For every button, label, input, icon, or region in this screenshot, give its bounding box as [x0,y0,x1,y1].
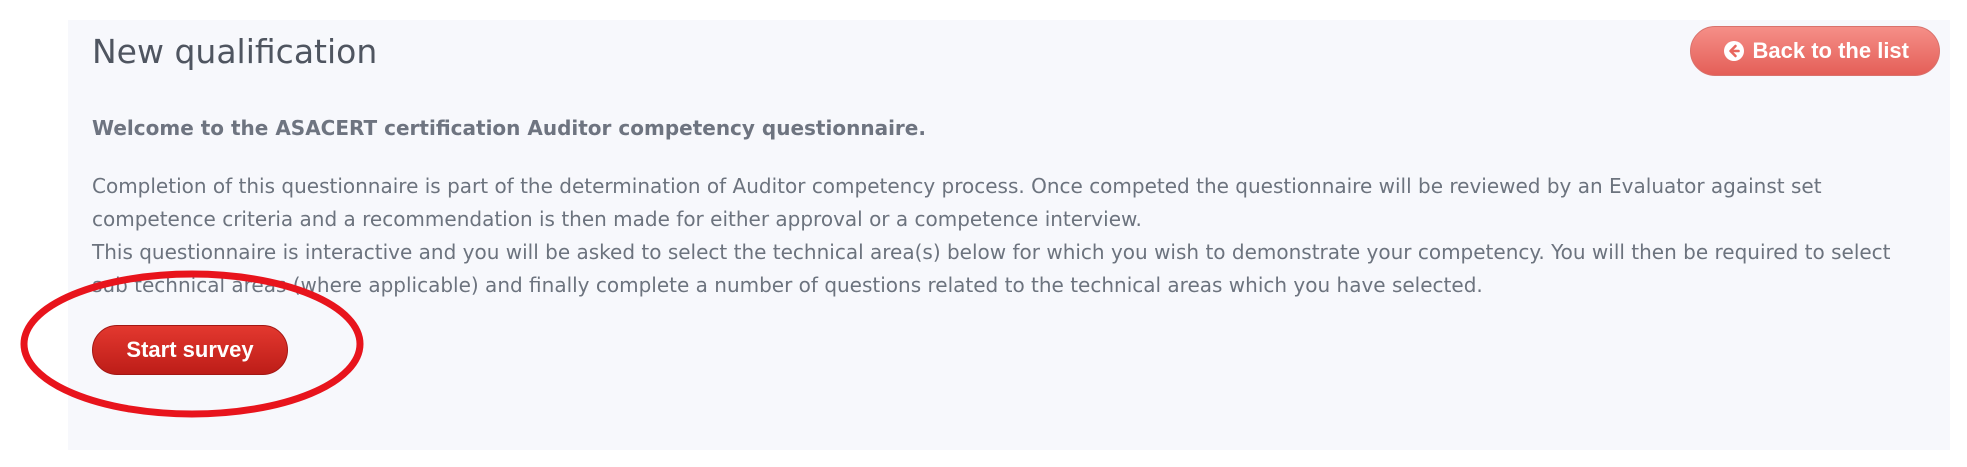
back-to-list-label: Back to the list [1752,38,1909,63]
back-to-list-button[interactable]: Back to the list [1689,26,1940,76]
description-paragraph-2: This questionnaire is interactive and yo… [92,240,1891,297]
welcome-heading: Welcome to the ASACERT certification Aud… [92,116,926,140]
content-panel: New qualification Back to the list Welco… [68,20,1950,450]
questionnaire-description: Completion of this questionnaire is part… [92,170,1932,302]
start-survey-button[interactable]: Start survey [92,325,288,375]
circle-arrow-left-icon [1723,40,1745,62]
page-title: New qualification [92,32,378,71]
description-paragraph-1: Completion of this questionnaire is part… [92,174,1822,231]
